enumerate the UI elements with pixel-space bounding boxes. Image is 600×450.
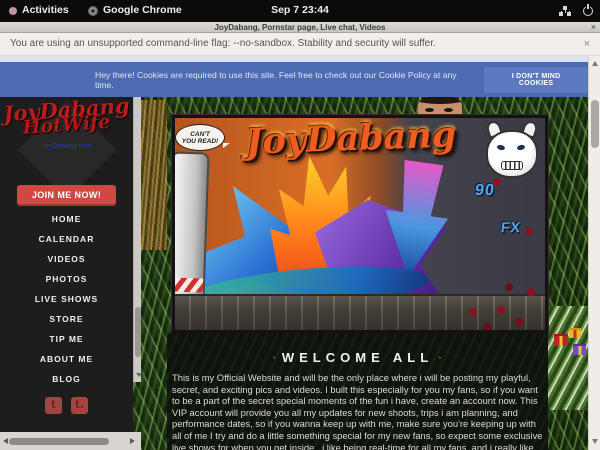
hero-mural-image: JoyDabang CAN'T YOU READ! 90 FX (172, 115, 548, 333)
heading-dot-right: · (438, 350, 442, 365)
sidebar-menu: HOME CALENDAR VIDEOS PHOTOS LIVE SHOWS S… (0, 209, 133, 389)
sidebar-item-about-me[interactable]: ABOUT ME (0, 349, 133, 369)
welcome-heading: · WELCOME ALL · (167, 350, 548, 365)
heading-dot-left: · (273, 350, 277, 365)
variegated-leaves (545, 306, 588, 410)
sidebar-scroll-right-arrow-icon[interactable] (130, 438, 135, 444)
sidebar-item-blog[interactable]: BLOG (0, 369, 133, 389)
sidebar-item-store[interactable]: STORE (0, 309, 133, 329)
bulldog-graphic (483, 121, 541, 183)
graffiti-tag-text: 90 (474, 182, 496, 200)
sidebar-item-videos[interactable]: VIDEOS (0, 249, 133, 269)
bulldog-head (486, 130, 538, 178)
sidebar-item-photos[interactable]: PHOTOS (0, 269, 133, 289)
sidebar-item-live-shows[interactable]: LIVE SHOWS (0, 289, 133, 309)
chrome-infobar: You are using an unsupported command-lin… (0, 33, 600, 56)
gift-box-graphic (569, 328, 581, 338)
social-links: t t. (0, 397, 133, 414)
bulldog-mouth (501, 161, 523, 170)
gift-box-graphic (573, 344, 586, 355)
sidebar-vertical-scrollbar[interactable] (133, 97, 141, 382)
network-icon[interactable] (559, 6, 571, 17)
join-me-now-button[interactable]: JOIN ME NOW! (17, 185, 116, 206)
pavement-graphic (175, 294, 548, 330)
tumblr-icon[interactable]: t. (71, 397, 88, 414)
graffiti-tag-text: FX (500, 219, 522, 235)
robot-figure-graphic (172, 151, 210, 302)
gnome-top-bar: Activities Google Chrome Sep 7 23:44 (0, 0, 600, 22)
window-title-bar: JoyDabang, Pornstar page, Live chat, Vid… (0, 22, 600, 33)
scroll-up-arrow-icon[interactable] (592, 61, 598, 66)
speech-bubble: CAN'T YOU READ! (175, 124, 225, 151)
power-icon[interactable] (583, 6, 593, 16)
mural-title-text: JoyDabang (220, 115, 481, 164)
speech-bubble-line2: YOU READ! (176, 138, 224, 145)
cookie-message: Hey there! Cookies are required to use t… (95, 70, 470, 90)
sidebar: JoyDabang HotWife JoyDabang.com JOIN ME … (0, 97, 133, 432)
sidebar-item-home[interactable]: HOME (0, 209, 133, 229)
window-close-icon[interactable]: × (591, 22, 596, 33)
sidebar-scroll-left-arrow-icon[interactable] (3, 438, 8, 444)
scroll-down-arrow-icon[interactable] (592, 439, 598, 444)
sidebar-item-tip-me[interactable]: TIP ME (0, 329, 133, 349)
welcome-section: · WELCOME ALL · This is my Official Websit… (167, 333, 548, 450)
sidebar-vertical-scrollbar-thumb[interactable] (135, 307, 141, 357)
window-title: JoyDabang, Pornstar page, Live chat, Vid… (0, 22, 600, 33)
logo-link[interactable]: JoyDabang.com (0, 143, 133, 150)
clock[interactable]: Sep 7 23:44 (0, 4, 600, 16)
twitter-icon[interactable]: t (45, 397, 62, 414)
page-scrollbar-thumb[interactable] (591, 100, 599, 148)
page-viewport: Hey there! Cookies are required to use t… (0, 56, 588, 450)
eye-graphic (444, 108, 453, 112)
sidebar-scroll-down-arrow-icon[interactable] (136, 373, 142, 377)
gift-box-graphic (554, 334, 568, 346)
eye-graphic (425, 108, 434, 112)
page-scrollbar[interactable] (588, 56, 600, 450)
welcome-heading-text: WELCOME ALL (282, 350, 433, 365)
infobar-close-icon[interactable]: × (584, 33, 590, 55)
sidebar-horizontal-scrollbar-thumb[interactable] (9, 438, 109, 445)
sidebar-item-calendar[interactable]: CALENDAR (0, 229, 133, 249)
speech-bubble-line1: CAN'T (176, 131, 224, 138)
infobar-message: You are using an unsupported command-lin… (10, 33, 436, 55)
screen: Activities Google Chrome Sep 7 23:44 Joy… (0, 0, 600, 450)
welcome-body-text: This is my Official Website and will be … (172, 372, 545, 450)
cookie-accept-button[interactable]: I DON'T MIND COOKIES (484, 67, 588, 93)
dried-grass-patch (141, 100, 167, 250)
cookie-banner: Hey there! Cookies are required to use t… (0, 62, 588, 97)
sidebar-horizontal-scrollbar[interactable] (0, 432, 141, 450)
